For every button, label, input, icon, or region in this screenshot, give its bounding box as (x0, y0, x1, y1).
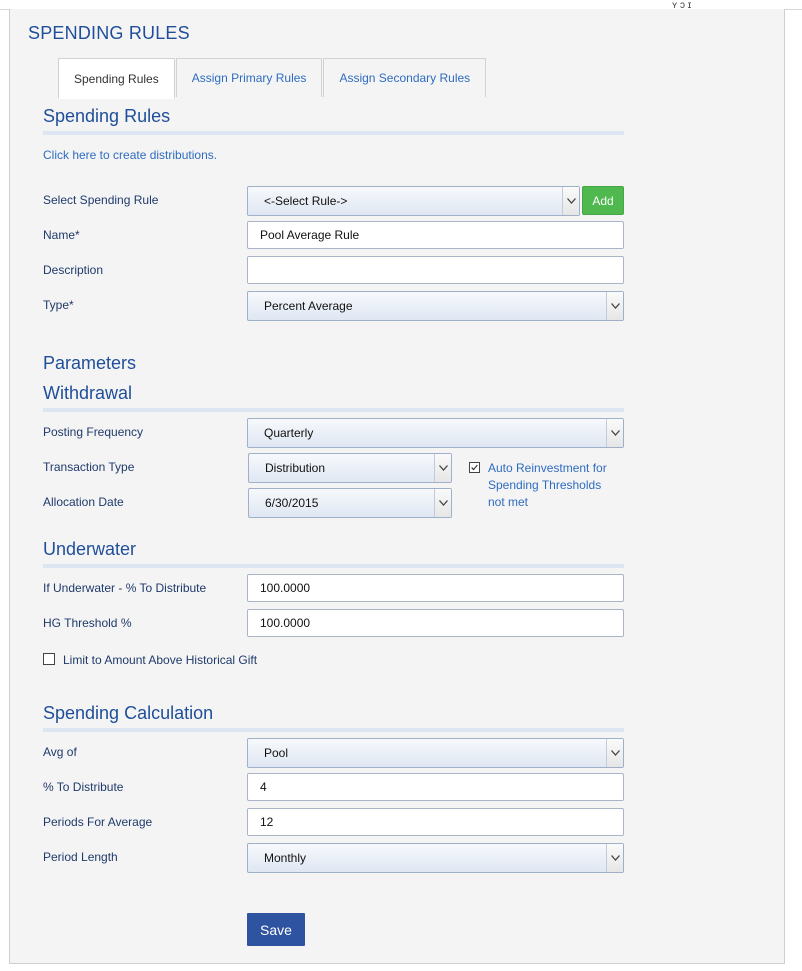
period-length-label: Period Length (43, 850, 118, 864)
add-button[interactable]: Add (582, 186, 624, 215)
section-divider (43, 408, 624, 412)
hg-threshold-field[interactable]: 100.0000 (247, 609, 624, 637)
auto-reinvestment-checkbox[interactable] (469, 462, 480, 473)
tab-assign-secondary-rules[interactable]: Assign Secondary Rules (323, 58, 487, 97)
period-length-value: Monthly (264, 851, 307, 865)
avg-of-value: Pool (264, 746, 289, 760)
save-button[interactable]: Save (247, 913, 305, 946)
underwater-pct-field[interactable]: 100.0000 (247, 574, 624, 602)
section-divider (43, 131, 624, 135)
select-spending-rule-value: <-Select Rule-> (264, 194, 348, 208)
limit-historical-gift-checkbox[interactable] (43, 653, 55, 665)
pct-to-distribute-field[interactable]: 4 (247, 773, 624, 801)
transaction-type-value: Distribution (265, 461, 326, 475)
chevron-down-icon (606, 419, 623, 447)
chevron-down-icon (606, 739, 623, 767)
pct-to-distribute-label: % To Distribute (43, 780, 124, 794)
top-edge-fragment: ʏ ɔ ɪ (672, 0, 692, 11)
chevron-down-icon (434, 489, 451, 517)
allocation-date-value: 6/30/2015 (265, 496, 319, 510)
chevron-down-icon (434, 454, 451, 482)
select-spending-rule-label: Select Spending Rule (43, 193, 159, 207)
chevron-down-icon (562, 187, 579, 215)
allocation-date-dropdown[interactable]: 6/30/2015 (248, 488, 452, 518)
type-label: Type* (43, 298, 74, 312)
description-field[interactable] (247, 256, 624, 284)
name-field[interactable]: Pool Average Rule (247, 221, 624, 249)
type-value: Percent Average (264, 299, 353, 313)
underwater-pct-label: If Underwater - % To Distribute (43, 581, 207, 595)
hg-threshold-value: 100.0000 (260, 616, 311, 630)
limit-historical-gift-label: Limit to Amount Above Historical Gift (63, 653, 258, 667)
posting-frequency-label: Posting Frequency (43, 425, 144, 439)
allocation-date-label: Allocation Date (43, 495, 124, 509)
name-label: Name* (43, 228, 80, 242)
select-spending-rule-dropdown[interactable]: <-Select Rule-> (247, 186, 580, 216)
page-title: SPENDING RULES (28, 23, 190, 43)
underwater-pct-value: 100.0000 (260, 581, 311, 595)
section-divider (43, 564, 624, 568)
section-divider (43, 728, 624, 732)
underwater-heading: Underwater (43, 539, 137, 559)
chevron-down-icon (606, 292, 623, 320)
transaction-type-label: Transaction Type (43, 460, 135, 474)
periods-for-average-label: Periods For Average (43, 815, 153, 829)
transaction-type-dropdown[interactable]: Distribution (248, 453, 452, 483)
auto-reinvestment-label: Auto Reinvestment for Spending Threshold… (488, 461, 607, 509)
tab-spending-rules[interactable]: Spending Rules (58, 58, 175, 99)
avg-of-dropdown[interactable]: Pool (247, 738, 624, 768)
period-length-dropdown[interactable]: Monthly (247, 843, 624, 873)
tab-bar: Spending Rules Assign Primary Rules Assi… (58, 58, 487, 99)
name-value: Pool Average Rule (260, 228, 360, 242)
parameters-heading: Parameters (43, 353, 137, 373)
checkmark-icon (471, 464, 478, 471)
periods-for-average-field[interactable]: 12 (247, 808, 624, 836)
periods-for-average-value: 12 (260, 815, 274, 829)
spending-calculation-heading: Spending Calculation (43, 703, 214, 723)
posting-frequency-value: Quarterly (264, 426, 314, 440)
description-label: Description (43, 263, 104, 277)
withdrawal-heading: Withdrawal (43, 383, 133, 403)
hg-threshold-label: HG Threshold % (43, 616, 132, 630)
avg-of-label: Avg of (43, 745, 77, 759)
chevron-down-icon (606, 844, 623, 872)
pct-to-distribute-value: 4 (260, 780, 267, 794)
spending-rules-heading: Spending Rules (43, 106, 171, 126)
tab-assign-primary-rules[interactable]: Assign Primary Rules (175, 58, 323, 97)
create-distributions-link[interactable]: Click here to create distributions. (43, 148, 217, 162)
type-dropdown[interactable]: Percent Average (247, 291, 624, 321)
posting-frequency-dropdown[interactable]: Quarterly (247, 418, 624, 448)
